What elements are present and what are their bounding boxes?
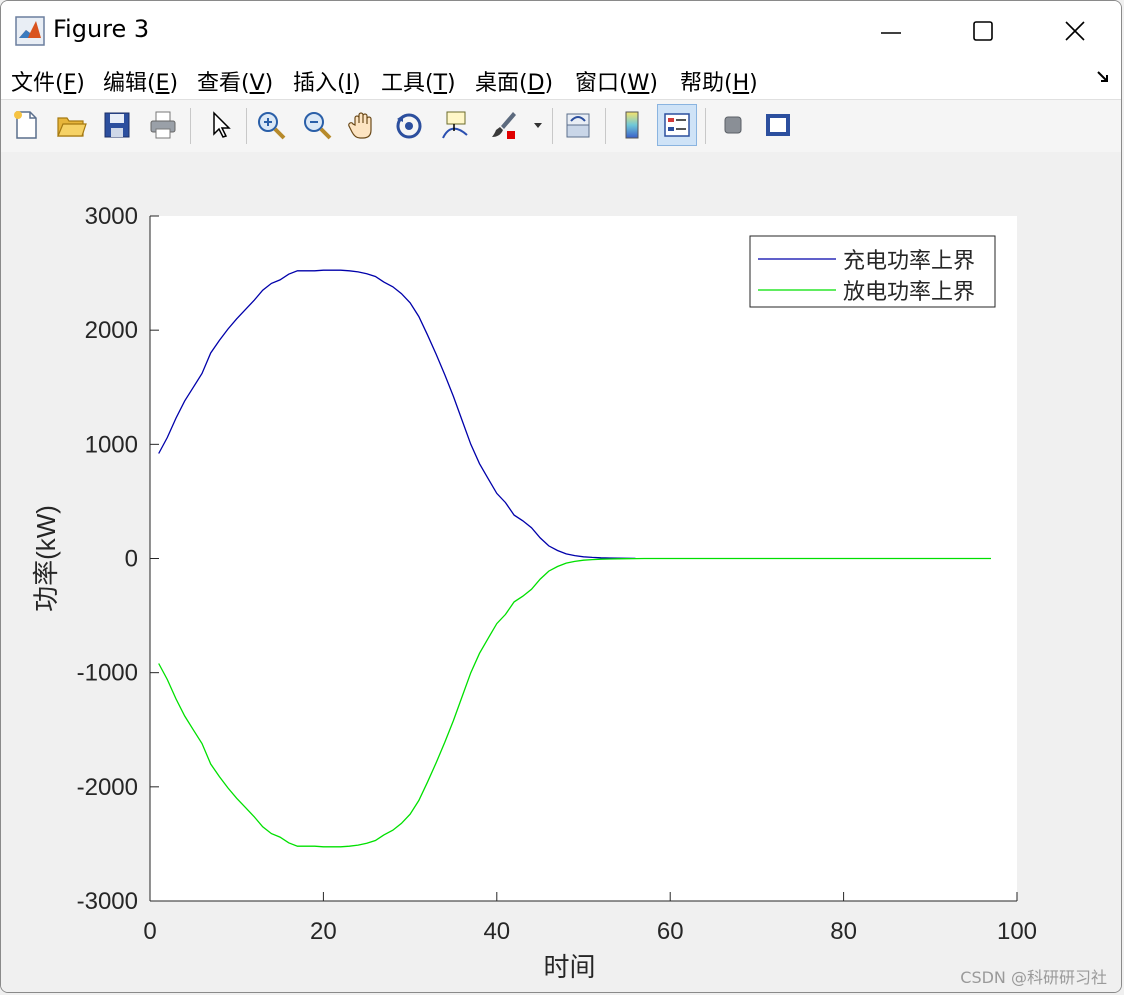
x-tick-label: 0 bbox=[143, 918, 156, 945]
menu-file[interactable]: 文件(F) bbox=[11, 65, 85, 97]
legend-label-2: 放电功率上界 bbox=[843, 279, 975, 304]
show-plot-tools-icon bbox=[766, 114, 790, 136]
y-tick-label: 2000 bbox=[85, 317, 138, 344]
menu-window[interactable]: 窗口(W) bbox=[575, 65, 658, 97]
select-pointer-icon bbox=[213, 111, 231, 138]
legend-label-1: 充电功率上界 bbox=[843, 248, 975, 273]
menu-desktop[interactable]: 桌面(D) bbox=[475, 65, 553, 97]
toolbar-separator bbox=[605, 108, 606, 144]
menu-view[interactable]: 查看(V) bbox=[197, 65, 273, 97]
x-tick-label: 80 bbox=[830, 918, 857, 945]
select-pointer-button[interactable] bbox=[200, 104, 240, 146]
brush-dropdown-button[interactable] bbox=[529, 104, 547, 146]
legend-icon bbox=[664, 113, 690, 137]
menu-tools[interactable]: 工具(T) bbox=[381, 65, 456, 97]
close-icon bbox=[1065, 21, 1085, 41]
y-tick-label: 1000 bbox=[85, 431, 138, 458]
legend-button[interactable] bbox=[657, 104, 697, 146]
link-plot-icon bbox=[566, 113, 590, 138]
y-tick-label: -2000 bbox=[77, 774, 138, 801]
matlab-logo-icon bbox=[15, 16, 45, 46]
pan-hand-icon bbox=[348, 112, 372, 139]
figure-window: Figure 3 文件(F) 编辑(E) 查看(V) 插入(I) 工具(T) 桌… bbox=[0, 0, 1122, 993]
toolbar-separator bbox=[552, 108, 553, 144]
pan-button[interactable] bbox=[343, 104, 383, 146]
print-button[interactable] bbox=[143, 104, 183, 146]
line-chart[interactable]: 0 20 40 60 80 100 3000 2000 1000 0 -1000 -2000 -3000… bbox=[1, 152, 1122, 993]
maximize-button[interactable] bbox=[937, 1, 1029, 61]
new-figure-icon bbox=[14, 111, 37, 139]
maximize-icon bbox=[973, 21, 993, 41]
y-tick-label: 0 bbox=[125, 546, 138, 573]
minimize-button[interactable] bbox=[845, 1, 937, 61]
open-file-button[interactable] bbox=[51, 104, 91, 146]
x-tick-label: 60 bbox=[657, 918, 684, 945]
x-tick-label: 100 bbox=[997, 918, 1037, 945]
x-axis-label: 时间 bbox=[543, 952, 595, 982]
zoom-out-button[interactable] bbox=[297, 104, 337, 146]
y-tick-label: 3000 bbox=[85, 203, 138, 230]
y-axis-label: 功率(kW) bbox=[31, 505, 61, 612]
rotate-3d-button[interactable] bbox=[389, 104, 429, 146]
menu-bar: 文件(F) 编辑(E) 查看(V) 插入(I) 工具(T) 桌面(D) 窗口(W… bbox=[1, 61, 1121, 99]
menu-insert[interactable]: 插入(I) bbox=[293, 65, 361, 97]
show-plot-tools-button[interactable] bbox=[758, 104, 798, 146]
rotate-3d-icon bbox=[396, 113, 422, 139]
watermark: CSDN @科研研习社 bbox=[960, 968, 1107, 987]
save-icon bbox=[104, 112, 130, 138]
toolbar bbox=[1, 99, 1121, 153]
colorbar-button[interactable] bbox=[612, 104, 652, 146]
hide-plot-tools-button[interactable] bbox=[713, 104, 753, 146]
hide-plot-tools-icon bbox=[724, 116, 742, 134]
link-plot-button[interactable] bbox=[558, 104, 598, 146]
toolbar-separator bbox=[705, 108, 706, 144]
dock-arrow-icon[interactable] bbox=[1095, 69, 1111, 85]
toolbar-separator bbox=[190, 108, 191, 144]
zoom-in-icon bbox=[258, 112, 286, 140]
menu-edit[interactable]: 编辑(E) bbox=[103, 65, 178, 97]
menu-help[interactable]: 帮助(H) bbox=[680, 65, 758, 97]
figure-canvas: 0 20 40 60 80 100 3000 2000 1000 0 -1000 -2000 -3000… bbox=[1, 152, 1122, 993]
brush-button[interactable] bbox=[483, 104, 523, 146]
y-tick-label: -1000 bbox=[77, 660, 138, 687]
x-tick-label: 40 bbox=[483, 918, 510, 945]
data-cursor-button[interactable] bbox=[435, 104, 475, 146]
colorbar-icon bbox=[625, 111, 639, 139]
brush-dropdown-icon bbox=[534, 123, 542, 128]
new-figure-button[interactable] bbox=[6, 104, 46, 146]
close-button[interactable] bbox=[1029, 1, 1121, 61]
title-bar[interactable]: Figure 3 bbox=[1, 1, 1121, 61]
toolbar-separator bbox=[246, 108, 247, 144]
brush-icon bbox=[492, 112, 516, 139]
open-file-icon bbox=[57, 117, 87, 137]
minimize-icon bbox=[881, 32, 901, 34]
x-tick-label: 20 bbox=[310, 918, 337, 945]
zoom-in-button[interactable] bbox=[251, 104, 291, 146]
zoom-out-icon bbox=[304, 112, 332, 140]
print-icon bbox=[150, 111, 176, 139]
y-tick-label: -3000 bbox=[77, 888, 138, 915]
window-title: Figure 3 bbox=[53, 15, 150, 43]
save-button[interactable] bbox=[97, 104, 137, 146]
data-cursor-icon bbox=[442, 111, 468, 139]
